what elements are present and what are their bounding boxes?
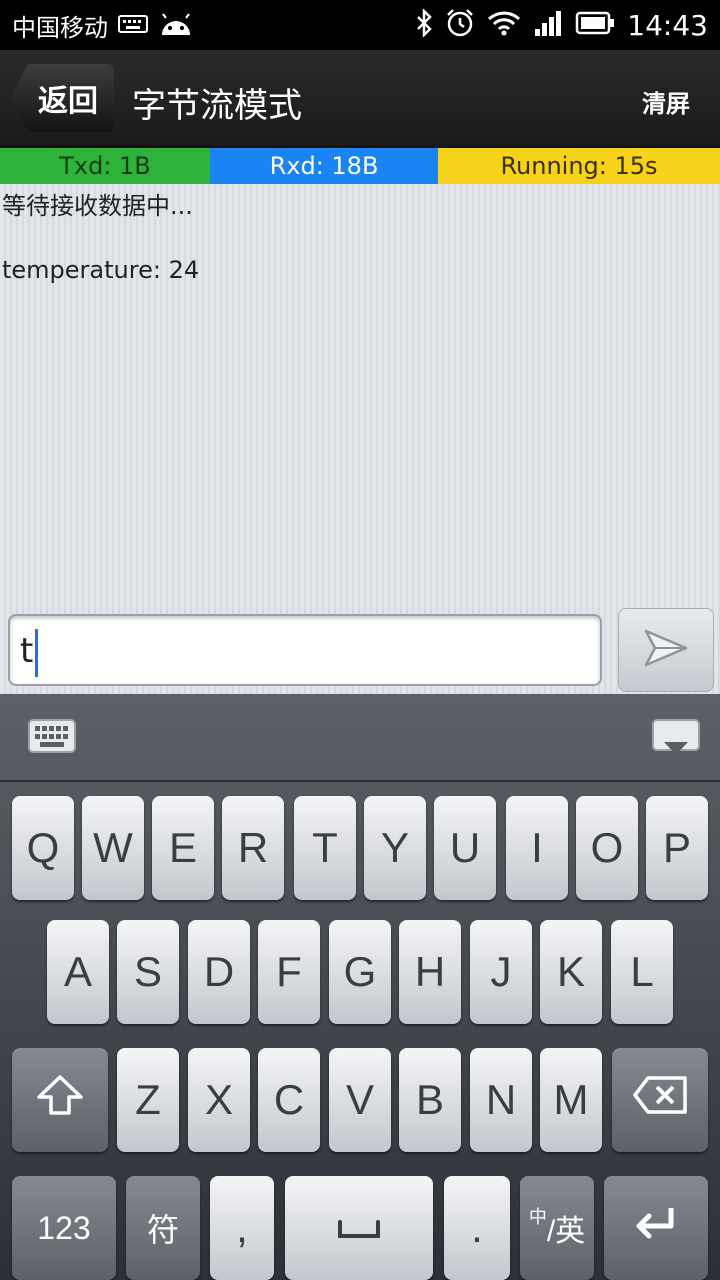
space-icon	[336, 1204, 382, 1252]
key-z[interactable]: Z	[117, 1048, 179, 1152]
send-icon	[643, 628, 689, 672]
numbers-key[interactable]: 123	[12, 1176, 116, 1280]
text-caret	[35, 628, 39, 677]
key-s[interactable]: S	[117, 920, 179, 1024]
key-i[interactable]: I	[506, 796, 568, 900]
key-j[interactable]: J	[470, 920, 532, 1024]
key-q[interactable]: Q	[12, 796, 74, 900]
key-a[interactable]: A	[47, 920, 109, 1024]
shift-key[interactable]	[12, 1048, 108, 1152]
key-y[interactable]: Y	[364, 796, 426, 900]
stats-bar: Txd: 1B Rxd: 18B Running: 15s	[0, 148, 720, 184]
key-o[interactable]: O	[576, 796, 638, 900]
key-v[interactable]: V	[329, 1048, 391, 1152]
soft-keyboard: Q W E R T Y U I O P A S D F G H J K L Z …	[0, 694, 720, 1280]
key-c[interactable]: C	[258, 1048, 320, 1152]
page-title: 字节流模式	[132, 86, 302, 126]
back-button[interactable]: 返回	[10, 64, 114, 132]
keyboard-icon[interactable]	[28, 718, 76, 758]
clear-screen-button[interactable]: 清屏	[642, 84, 690, 119]
backspace-key[interactable]	[612, 1048, 708, 1152]
clock: 14:43	[627, 8, 708, 42]
running-stat: Running: 15s	[438, 148, 720, 184]
language-label-top: 中	[528, 1207, 547, 1227]
key-r[interactable]: R	[222, 796, 284, 900]
hide-keyboard-icon[interactable]	[652, 718, 700, 762]
key-u[interactable]: U	[434, 796, 496, 900]
key-g[interactable]: G	[329, 920, 391, 1024]
key-l[interactable]: L	[611, 920, 673, 1024]
wifi-icon	[487, 10, 521, 40]
message-line: temperature: 24	[2, 256, 200, 284]
symbols-key[interactable]: 符	[126, 1176, 200, 1280]
comma-key[interactable]: ,	[210, 1176, 274, 1280]
key-e[interactable]: E	[152, 796, 214, 900]
send-button[interactable]	[618, 608, 714, 692]
key-f[interactable]: F	[258, 920, 320, 1024]
key-m[interactable]: M	[540, 1048, 602, 1152]
enter-key[interactable]	[604, 1176, 708, 1280]
input-row: t	[0, 596, 720, 694]
key-x[interactable]: X	[188, 1048, 250, 1152]
battery-icon	[575, 11, 615, 39]
bluetooth-icon	[415, 7, 433, 41]
txd-stat: Txd: 1B	[0, 148, 210, 184]
key-t[interactable]: T	[294, 796, 356, 900]
keyboard-icon	[118, 14, 148, 38]
message-line: 等待接收数据中...	[2, 192, 193, 220]
status-bar: 中国移动 14:43	[0, 0, 720, 50]
receive-area[interactable]: 等待接收数据中... temperature: 24	[0, 184, 720, 596]
android-icon	[158, 11, 194, 41]
key-d[interactable]: D	[188, 920, 250, 1024]
carrier-label: 中国移动	[12, 14, 108, 42]
action-bar: 返回 字节流模式 清屏	[0, 50, 720, 148]
alarm-icon	[445, 8, 475, 42]
input-value: t	[20, 631, 34, 671]
backspace-icon	[632, 1075, 688, 1125]
key-w[interactable]: W	[82, 796, 144, 900]
space-key[interactable]	[285, 1176, 433, 1280]
enter-icon	[631, 1204, 681, 1252]
rxd-stat: Rxd: 18B	[210, 148, 438, 184]
language-toggle-key[interactable]: 中/英	[520, 1176, 594, 1280]
key-h[interactable]: H	[399, 920, 461, 1024]
shift-icon	[35, 1073, 85, 1127]
key-p[interactable]: P	[646, 796, 708, 900]
key-k[interactable]: K	[540, 920, 602, 1024]
period-key[interactable]: .	[444, 1176, 510, 1280]
keyboard-toolbar	[0, 694, 720, 782]
send-input[interactable]: t	[8, 614, 602, 686]
language-label: /英	[546, 1215, 586, 1248]
key-n[interactable]: N	[470, 1048, 532, 1152]
key-b[interactable]: B	[399, 1048, 461, 1152]
signal-icon	[533, 9, 563, 41]
